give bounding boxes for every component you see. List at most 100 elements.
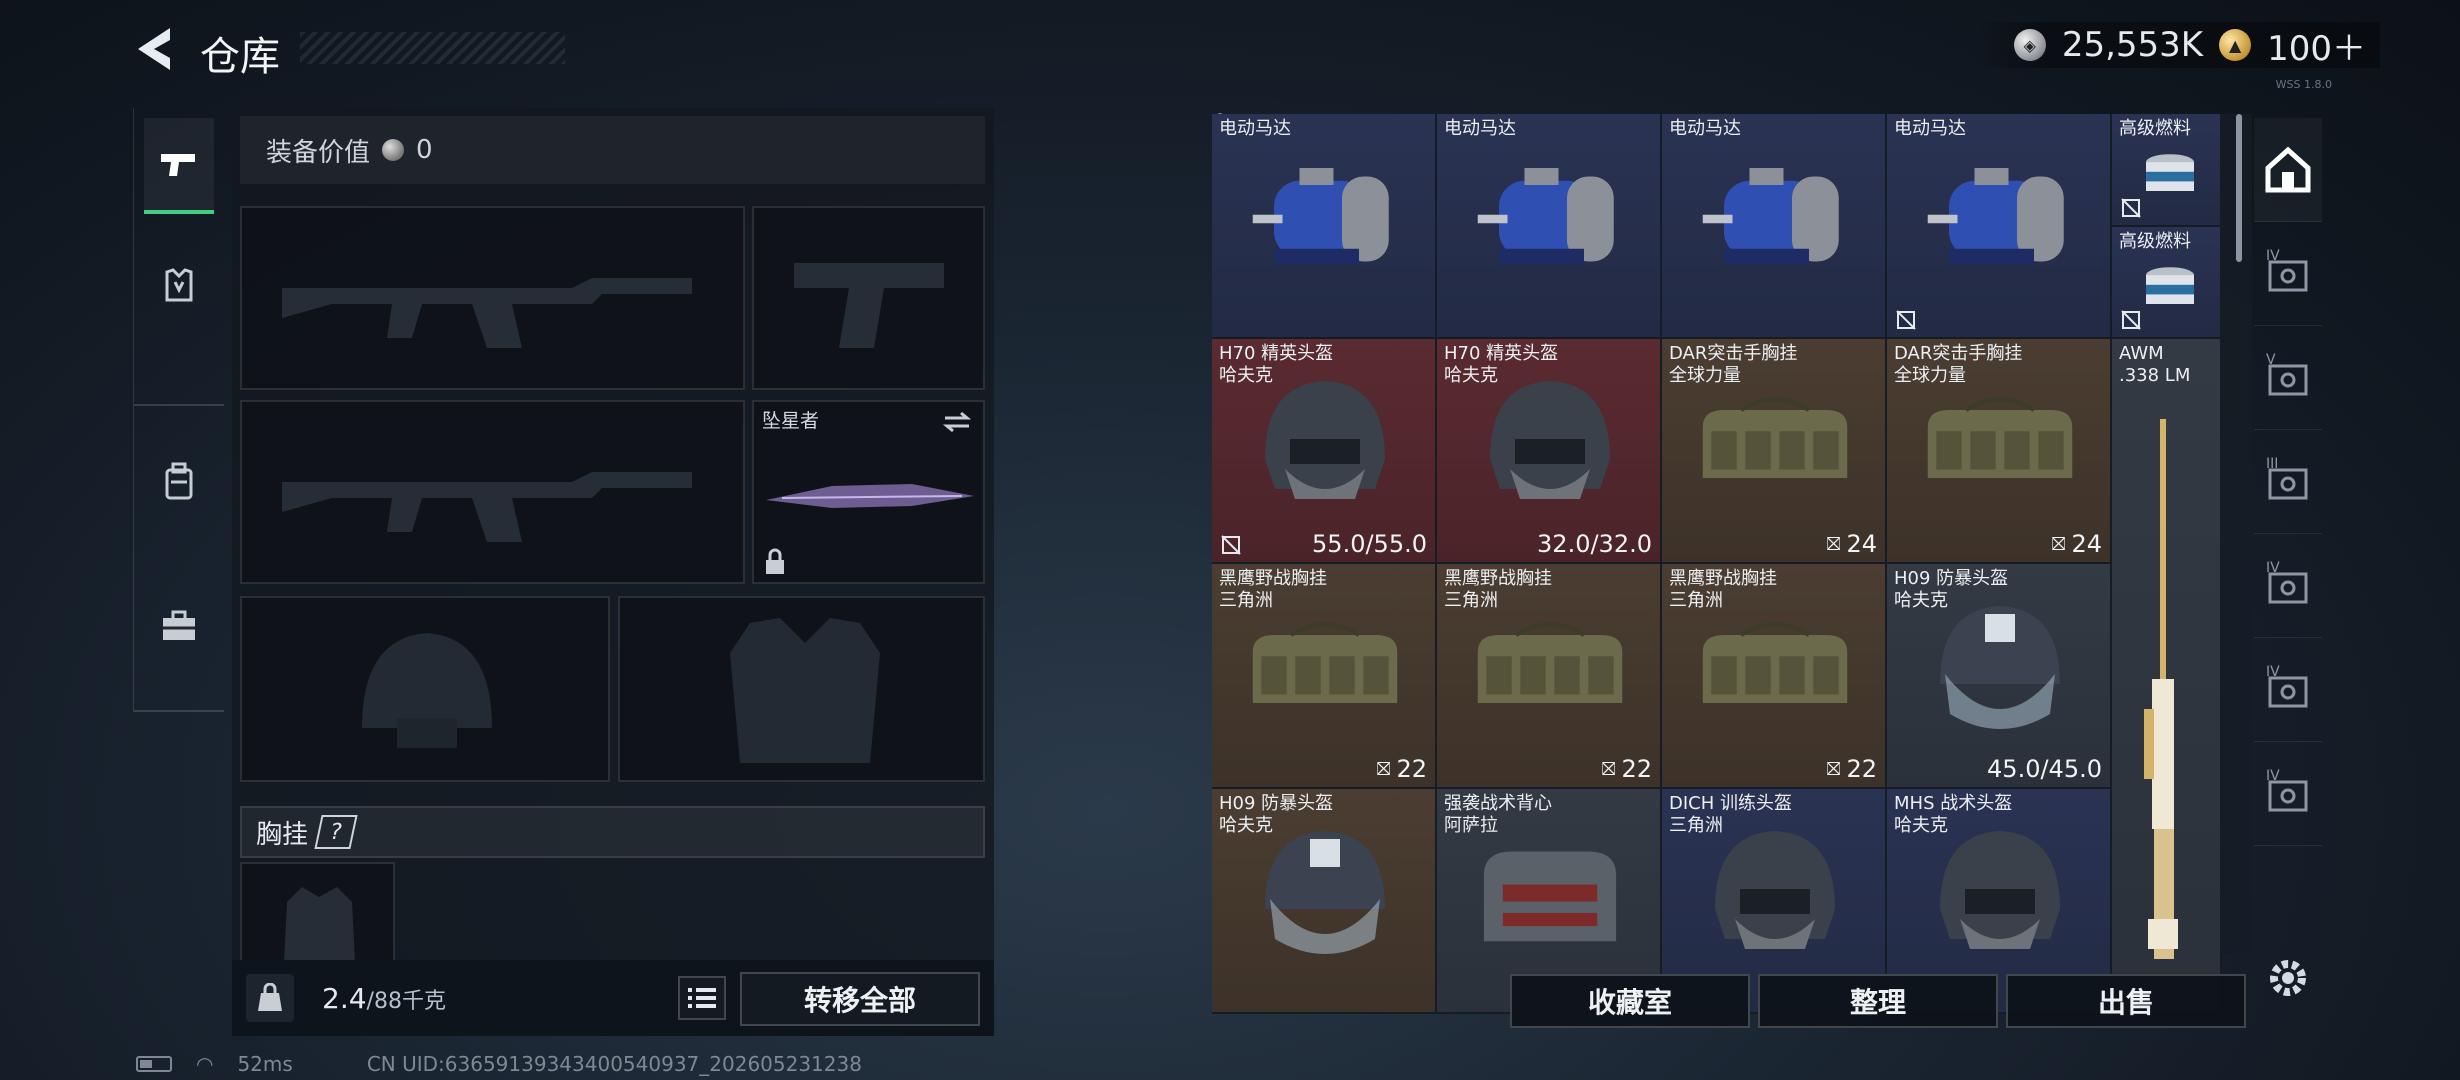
tab-stash-home[interactable] [2254, 118, 2322, 222]
item-name: H70 精英头盔 [1219, 343, 1334, 364]
home-icon [2265, 146, 2311, 192]
tab-container-6[interactable]: IV [2254, 742, 2322, 846]
item-value: 55.0/55.0 [1312, 530, 1427, 558]
item-name: 黑鹰野战胸挂 [1444, 568, 1552, 589]
item-name: 高级燃料 [2119, 118, 2191, 139]
weight-bag-icon [246, 974, 294, 1022]
item-name: H09 防暴头盔 [1219, 793, 1334, 814]
item-name: AWM [2119, 343, 2164, 364]
inventory-item[interactable]: 电动马达 [1662, 114, 1887, 339]
inventory-item[interactable]: H70 精英头盔 哈夫克 55.0/55.0 [1212, 339, 1437, 564]
help-symbol: ? [327, 819, 345, 845]
riot-helmet-icon [1940, 606, 2060, 729]
electric-motor-icon [1252, 168, 1389, 265]
item-value: 32.0/32.0 [1537, 530, 1652, 558]
sort-button[interactable]: 整理 [1758, 974, 1998, 1028]
helmet-icon [1715, 831, 1835, 949]
chest-rig-section-header: 胸挂 ? [240, 806, 985, 858]
inventory-item[interactable]: 黑鹰野战胸挂 三角洲 ⛝ 22 [1437, 564, 1662, 789]
svg-text:IV: IV [2266, 768, 2280, 784]
chest-rig-slot[interactable] [240, 862, 395, 962]
inventory-scrollbar[interactable] [2236, 114, 2242, 262]
sidearm-slot[interactable] [752, 206, 985, 390]
silver-coin-icon: ◈ [2013, 29, 2046, 61]
vest-icon [1483, 851, 1617, 942]
inventory-item[interactable]: DAR突击手胸挂 全球力量 ⛝ 24 [1887, 339, 2112, 564]
primary-weapon-slot[interactable] [240, 206, 745, 390]
item-name: 高级燃料 [2119, 230, 2191, 252]
inventory-item[interactable]: H09 防暴头盔 哈夫克 [1212, 789, 1437, 1014]
capacity-icon: ⛝ [1376, 758, 1391, 780]
electric-motor-icon [1927, 168, 2064, 265]
backpack-icon [165, 462, 193, 500]
chest-rig-icon [1927, 397, 2073, 478]
item-name: MHS 战术头盔 [1894, 793, 2013, 814]
gold-coin-icon: ▲ [2219, 29, 2252, 61]
melee-slot[interactable]: 坠星者 [752, 400, 985, 584]
inventory-item[interactable]: DAR突击手胸挂 全球力量 ⛝ 24 [1662, 339, 1887, 564]
inventory-grid: 电动马达 电动马达 电动马达 电动马达 高级燃料 高级燃料 H70 精英头盔 哈夫克 55.0/… [1212, 114, 2252, 1014]
capacity-icon: ⛝ [1826, 533, 1841, 555]
tab-container-3[interactable]: III [2254, 430, 2322, 534]
lock-icon [766, 548, 784, 574]
item-name: H70 精英头盔 [1444, 343, 1559, 364]
chest-rig-icon [1252, 622, 1398, 703]
value-coin-icon [382, 139, 405, 161]
capacity-icon: ⛝ [1826, 758, 1841, 780]
equipment-value-label: 装备价值 [266, 137, 371, 168]
inventory-item[interactable]: 电动马达 [1887, 114, 2112, 339]
swap-arrows-icon[interactable] [941, 410, 973, 434]
inventory-item[interactable]: 高级燃料 [2112, 114, 2222, 227]
container-case-icon: IV [2266, 248, 2308, 291]
container-case-icon: IV [2266, 560, 2308, 603]
item-name: 电动马达 [1444, 118, 1516, 139]
item-name: DAR突击手胸挂 [1669, 343, 1798, 364]
tab-container-1[interactable]: IV [2254, 222, 2322, 326]
help-icon[interactable]: ? [314, 815, 358, 849]
item-name: 电动马达 [1219, 118, 1291, 139]
list-icon [688, 988, 716, 1008]
list-view-button[interactable] [678, 976, 726, 1020]
melee-name: 坠星者 [762, 410, 820, 432]
tab-armor[interactable] [144, 238, 214, 334]
sell-button[interactable]: 出售 [2006, 974, 2246, 1028]
tab-container-2[interactable]: V [2254, 326, 2322, 430]
capacity-icon: ⛝ [1601, 758, 1616, 780]
collection-room-button[interactable]: 收藏室 [1510, 974, 1750, 1028]
status-bar: ◠ 52ms CN UID:63659139343400540937_20260… [136, 1052, 862, 1076]
equipment-value: 0 [416, 135, 433, 165]
body-armor-slot[interactable] [618, 596, 985, 782]
sniper-rifle-icon [2144, 419, 2178, 959]
item-name: 强袭战术背心 [1444, 793, 1552, 814]
transfer-all-button[interactable]: 转移全部 [740, 972, 980, 1026]
rifle-silhouette-icon [282, 278, 692, 348]
inventory-item[interactable]: 高级燃料 [2112, 226, 2222, 339]
gold-currency-amount[interactable]: 100＋ [2267, 21, 2366, 70]
item-value: ⛝ 24 [2051, 530, 2102, 558]
tab-weapons[interactable] [144, 118, 214, 214]
tab-container-5[interactable]: IV [2254, 638, 2322, 742]
helmet-slot[interactable] [240, 596, 610, 782]
container-case-icon: III [2266, 456, 2308, 499]
tab-backpack[interactable] [144, 434, 214, 530]
tab-container-4[interactable]: IV [2254, 534, 2322, 638]
back-arrow-icon[interactable] [130, 22, 180, 76]
title-decoration [300, 32, 565, 64]
settings-gear-icon[interactable] [2260, 950, 2316, 1006]
equipment-category-nav [133, 108, 229, 712]
secondary-weapon-slot[interactable] [240, 400, 745, 584]
inventory-item[interactable]: H09 防暴头盔 哈夫克 45.0/45.0 [1887, 564, 2112, 789]
item-value: ⛝ 22 [1826, 755, 1877, 783]
chest-rig-label: 胸挂 [256, 819, 309, 850]
inventory-item[interactable]: 电动马达 [1212, 114, 1437, 339]
inventory-item[interactable]: 电动马达 [1437, 114, 1662, 339]
inventory-item[interactable]: AWM .338 LM [2112, 339, 2222, 1014]
inventory-item[interactable]: 黑鹰野战胸挂 三角洲 ⛝ 22 [1662, 564, 1887, 789]
item-name: H09 防暴头盔 [1894, 568, 2009, 589]
inventory-item[interactable]: H70 精英头盔 哈夫克 32.0/32.0 [1437, 339, 1662, 564]
tab-case[interactable] [144, 578, 214, 674]
equipment-panel: 装备价值 0 坠星者 胸挂 ? [232, 108, 1223, 962]
item-name: 黑鹰野战胸挂 [1219, 568, 1327, 589]
battery-icon [136, 1056, 172, 1072]
inventory-item[interactable]: 黑鹰野战胸挂 三角洲 ⛝ 22 [1212, 564, 1437, 789]
